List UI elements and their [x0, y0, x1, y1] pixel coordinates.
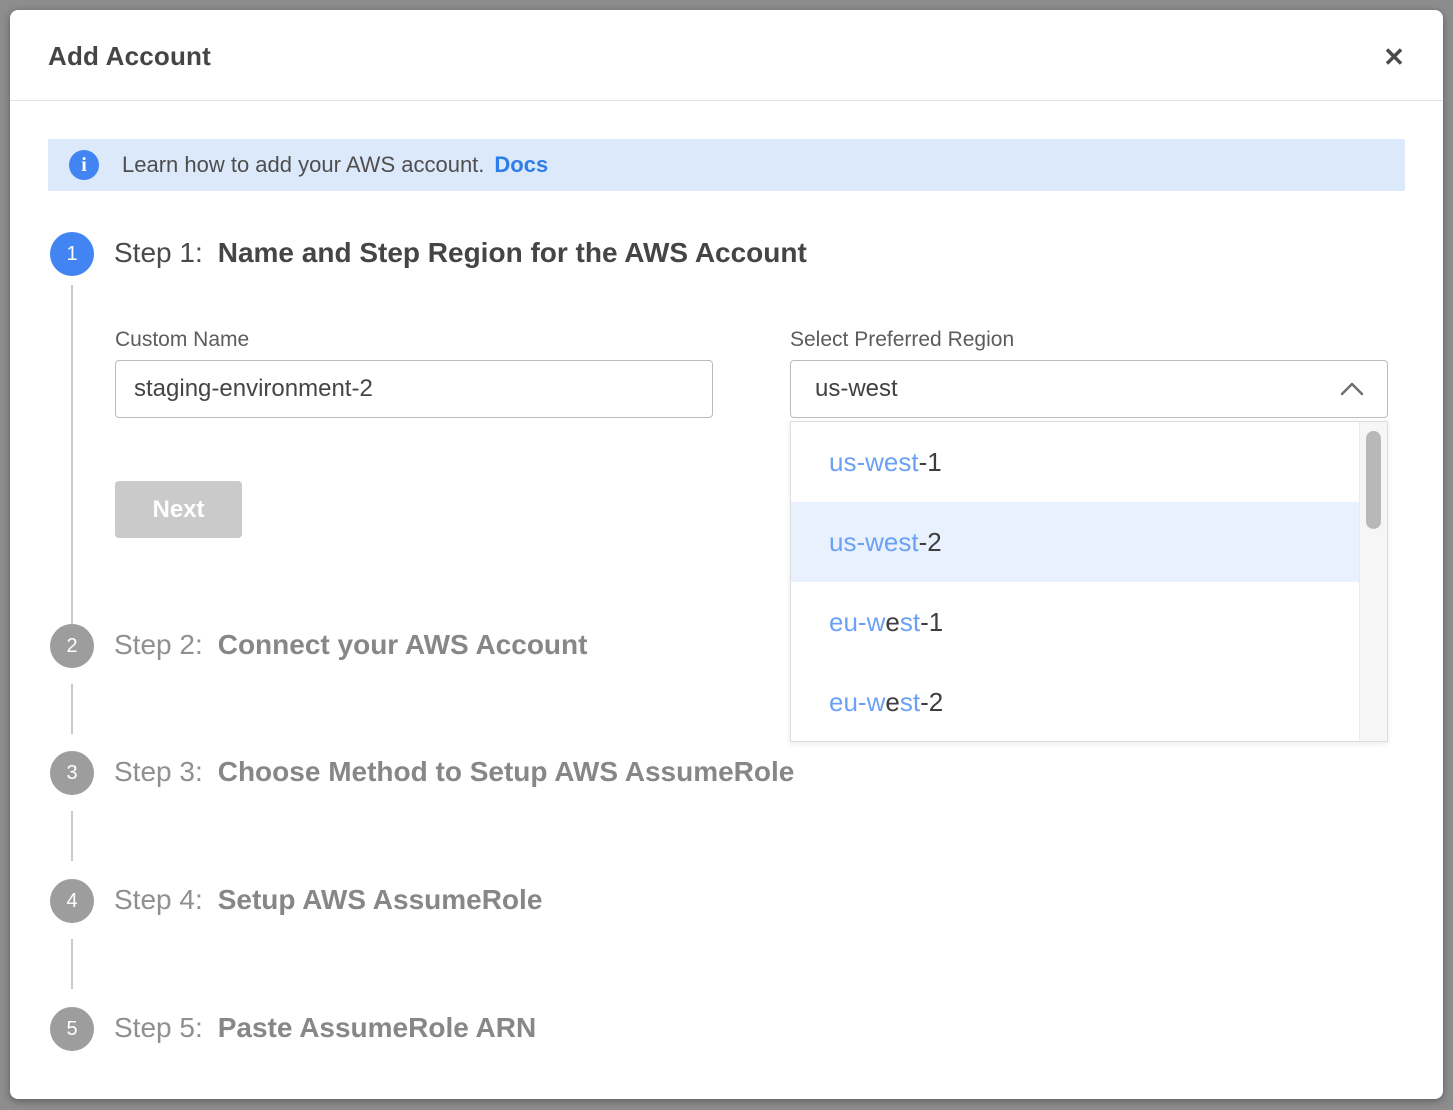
- step-5-circle: 5: [50, 1007, 94, 1051]
- step-2-circle: 2: [50, 624, 94, 668]
- region-dropdown: us-west-1us-west-2eu-west-1eu-west-2: [790, 421, 1388, 742]
- info-banner: i Learn how to add your AWS account. Doc…: [48, 139, 1405, 191]
- add-account-modal: Add Account ✕ i Learn how to add your AW…: [10, 10, 1443, 1099]
- step-5-title: Step 5: Paste AssumeRole ARN: [114, 1012, 536, 1044]
- step-5-heading: Paste AssumeRole ARN: [218, 1012, 536, 1043]
- option-match-text: st: [900, 687, 920, 718]
- option-match-text: us-west: [829, 527, 919, 558]
- step-3-heading: Choose Method to Setup AWS AssumeRole: [218, 756, 795, 787]
- close-icon[interactable]: ✕: [1377, 40, 1411, 74]
- option-match-text: eu-w: [829, 687, 885, 718]
- option-rest-text: -2: [920, 687, 943, 718]
- option-match-text: eu-w: [829, 607, 885, 638]
- step-2-label: Step 2:: [114, 629, 203, 660]
- step-2-heading: Connect your AWS Account: [218, 629, 588, 660]
- dropdown-scrollbar-thumb[interactable]: [1366, 431, 1381, 529]
- option-rest-text: -1: [920, 607, 943, 638]
- region-label: Select Preferred Region: [790, 328, 1014, 352]
- option-match-text: us-west: [829, 447, 919, 478]
- next-button[interactable]: Next: [115, 481, 242, 538]
- step-2-title: Step 2: Connect your AWS Account: [114, 629, 587, 661]
- step-connector: [71, 684, 73, 734]
- step-connector: [71, 811, 73, 861]
- banner-text: Learn how to add your AWS account.: [122, 152, 484, 178]
- step-1-title: Step 1: Name and Step Region for the AWS …: [114, 237, 807, 269]
- chevron-up-icon: [1339, 381, 1365, 397]
- region-option[interactable]: eu-west-2: [791, 662, 1359, 742]
- step-4-title: Step 4: Setup AWS AssumeRole: [114, 884, 542, 916]
- docs-link[interactable]: Docs: [494, 152, 548, 178]
- step-connector: [71, 939, 73, 989]
- step-3-label: Step 3:: [114, 756, 203, 787]
- step-3-title: Step 3: Choose Method to Setup AWS Assume…: [114, 756, 794, 788]
- info-icon: i: [69, 150, 99, 180]
- option-rest-text: e: [885, 607, 899, 638]
- region-option[interactable]: eu-west-1: [791, 582, 1359, 662]
- option-rest-text: -1: [919, 447, 942, 478]
- step-4-label: Step 4:: [114, 884, 203, 915]
- region-select-input[interactable]: [791, 375, 1339, 403]
- step-1-circle: 1: [50, 232, 94, 276]
- region-option[interactable]: us-west-2: [791, 502, 1359, 582]
- step-4-heading: Setup AWS AssumeRole: [218, 884, 543, 915]
- region-select[interactable]: [790, 360, 1388, 418]
- region-option[interactable]: us-west-1: [791, 422, 1359, 502]
- modal-title: Add Account: [48, 41, 211, 72]
- region-dropdown-options: us-west-1us-west-2eu-west-1eu-west-2: [791, 422, 1359, 741]
- option-rest-text: -2: [919, 527, 942, 558]
- option-rest-text: e: [885, 687, 899, 718]
- step-1-heading: Name and Step Region for the AWS Account: [218, 237, 807, 268]
- custom-name-input[interactable]: [115, 360, 713, 418]
- step-4-circle: 4: [50, 879, 94, 923]
- custom-name-label: Custom Name: [115, 328, 249, 352]
- dropdown-scrollbar-track[interactable]: [1359, 422, 1387, 741]
- option-match-text: st: [900, 607, 920, 638]
- step-5-label: Step 5:: [114, 1012, 203, 1043]
- header-divider: [10, 100, 1443, 101]
- step-1-label: Step 1:: [114, 237, 203, 268]
- step-connector: [71, 285, 73, 624]
- step-3-circle: 3: [50, 751, 94, 795]
